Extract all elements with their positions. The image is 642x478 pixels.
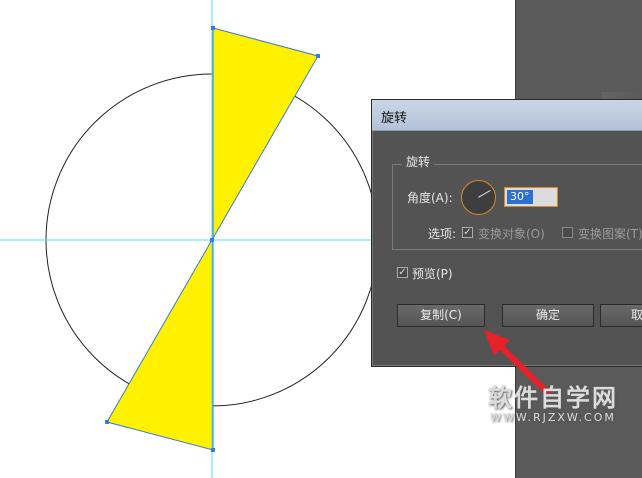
watermark-url: WWW.RJZXW.COM bbox=[490, 411, 616, 424]
watermark-text: 软件自学网 bbox=[488, 384, 618, 412]
site-watermark: 软件自学网 WWW.RJZXW.COM bbox=[488, 378, 618, 424]
